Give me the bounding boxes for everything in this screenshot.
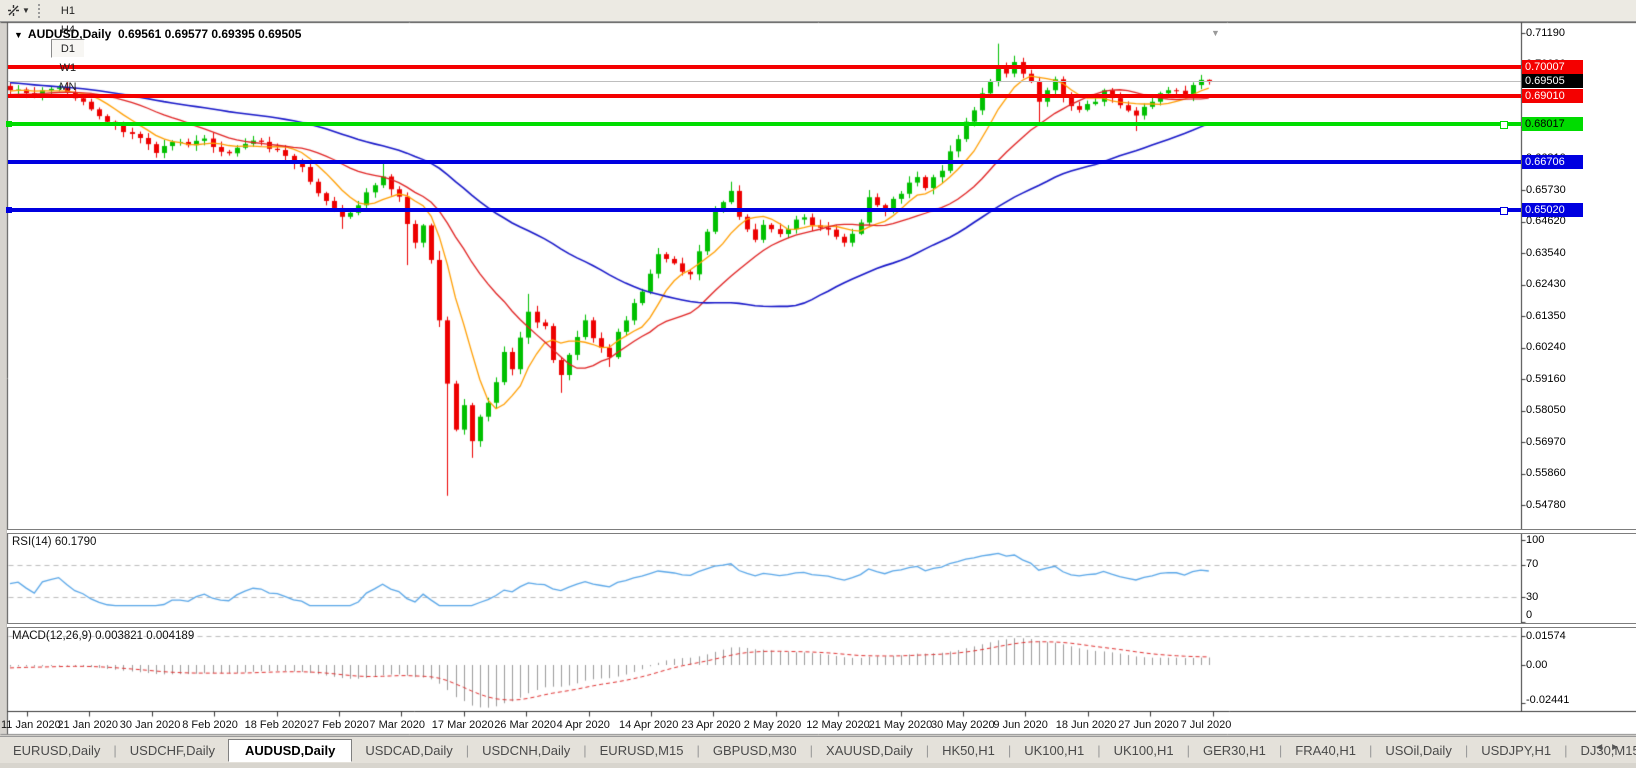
panel-divider[interactable] [7, 623, 1636, 628]
horizontal-level-line[interactable] [8, 160, 1521, 164]
date-axis-label: 8 Feb 2020 [182, 719, 238, 731]
chart-tab-fra40-h1[interactable]: FRA40,H1 [1282, 740, 1369, 761]
current-price-line [8, 81, 1521, 82]
date-axis-label: 2 May 2020 [744, 719, 801, 731]
chart-tab-usoil-daily[interactable]: USOil,Daily [1372, 740, 1464, 761]
y-axis-label: 0.65730 [1526, 184, 1566, 196]
chart-tab-hk50-h1[interactable]: HK50,H1 [929, 740, 1008, 761]
rsi-axis-label: 0 [1526, 609, 1532, 621]
date-axis-label: 11 Jan 2020 [1, 719, 61, 731]
horizontal-level-line[interactable] [8, 94, 1521, 98]
date-axis-label: 26 Mar 2020 [494, 719, 556, 731]
rsi-label: RSI(14) 60.1790 [12, 536, 96, 548]
line-handle[interactable] [6, 121, 12, 127]
chart-tab-usdjpy-h1[interactable]: USDJPY,H1 [1468, 740, 1564, 761]
timeframe-button-h1[interactable]: H1 [51, 1, 85, 20]
tab-scroll-right-icon[interactable]: ► [1610, 742, 1626, 753]
date-axis-label: 9 Jun 2020 [993, 719, 1047, 731]
tab-scroll-arrows: ◄► [1594, 742, 1626, 753]
timeframe-button-h4[interactable]: H4 [51, 20, 85, 39]
date-axis-label: 17 Mar 2020 [432, 719, 494, 731]
horizontal-level-line[interactable] [8, 122, 1521, 126]
y-axis-label: 0.71190 [1526, 27, 1565, 39]
y-axis-label: 0.58050 [1526, 404, 1566, 416]
mt4-window: ▼ M1M5M15M30H1H4D1W1MN ▼ AUDUSD,Daily 0.6… [0, 0, 1636, 768]
chart-tab-usdchf-daily[interactable]: USDCHF,Daily [117, 740, 228, 761]
chart-tab-eurusd-m15[interactable]: EURUSD,M15 [587, 740, 697, 761]
price-level-label: 0.68017 [1522, 117, 1583, 131]
line-handle[interactable] [1500, 207, 1508, 215]
price-level-label: 0.70007 [1522, 60, 1583, 74]
rsi-axis-label: 70 [1526, 558, 1538, 570]
date-axis-label: 14 Apr 2020 [619, 719, 678, 731]
date-axis-label: 27 Jun 2020 [1118, 719, 1179, 731]
y-axis-label: 0.56970 [1526, 436, 1566, 448]
date-axis-label: 30 Jan 2020 [120, 719, 181, 731]
status-strip [0, 763, 1636, 768]
chart-tab-xauusd-daily[interactable]: XAUUSD,Daily [813, 740, 926, 761]
chart-tab-usdcnh-daily[interactable]: USDCNH,Daily [469, 740, 583, 761]
toolbar-grip[interactable] [38, 4, 43, 18]
y-axis-label: 0.63540 [1526, 247, 1566, 259]
date-axis-label: 23 Apr 2020 [681, 719, 740, 731]
price-level-label: 0.66706 [1522, 155, 1583, 169]
chart-tab-usdcad-daily[interactable]: USDCAD,Daily [352, 740, 465, 761]
horizontal-level-line[interactable] [8, 208, 1521, 212]
chart-tab-uk100-h1[interactable]: UK100,H1 [1011, 740, 1097, 761]
chart-shift-marker-icon[interactable]: ▼ [1211, 28, 1220, 38]
date-axis-label: 18 Feb 2020 [245, 719, 307, 731]
chart-tab-uk100-h1[interactable]: UK100,H1 [1101, 740, 1187, 761]
macd-label: MACD(12,26,9) 0.003821 0.004189 [12, 630, 194, 642]
toolbar: ▼ M1M5M15M30H1H4D1W1MN [0, 0, 1636, 22]
timeframe-button-mn[interactable]: MN [51, 77, 85, 96]
date-axis-label: 21 May 2020 [869, 719, 933, 731]
rsi-axis-label: 100 [1526, 534, 1544, 546]
date-axis-label: 12 May 2020 [806, 719, 870, 731]
chart-tab-audusd-daily[interactable]: AUDUSD,Daily [228, 739, 352, 762]
y-axis-label: 0.62430 [1526, 278, 1566, 290]
date-axis-label: 27 Feb 2020 [307, 719, 369, 731]
rsi-axis-label: 30 [1526, 591, 1538, 603]
date-axis-label: 4 Apr 2020 [557, 719, 610, 731]
chart-tab-ger30-h1[interactable]: GER30,H1 [1190, 740, 1279, 761]
timeframe-toolbar: M1M5M15M30H1H4D1W1MN [50, 0, 86, 96]
panel-divider[interactable] [7, 529, 1636, 534]
chart-tab-bar: EURUSD,Daily|USDCHF,DailyAUDUSD,DailyUSD… [0, 736, 1636, 764]
y-axis-label: 0.55860 [1526, 467, 1566, 479]
crosshair-tool-icon[interactable] [5, 3, 21, 19]
timeframe-button-d1[interactable]: D1 [51, 39, 85, 58]
price-level-label: 0.65020 [1522, 203, 1583, 217]
chart-title-triangle-icon: ▼ [14, 30, 23, 40]
line-handle[interactable] [1500, 121, 1508, 129]
timeframe-button-w1[interactable]: W1 [51, 58, 85, 77]
date-axis-label: 21 Jan 2020 [57, 719, 118, 731]
line-handle[interactable] [6, 207, 12, 213]
chart-tab-gbpusd-m30[interactable]: GBPUSD,M30 [700, 740, 810, 761]
dropdown-caret-icon[interactable]: ▼ [22, 6, 30, 15]
y-axis-label: 0.61350 [1526, 310, 1566, 322]
date-axis-label: 7 Mar 2020 [369, 719, 425, 731]
y-axis-label: 0.60240 [1526, 341, 1566, 353]
date-axis-label: 7 Jul 2020 [1181, 719, 1232, 731]
current-price-label: 0.69505 [1522, 74, 1583, 88]
price-level-label: 0.69010 [1522, 89, 1583, 103]
macd-axis-label: -0.02441 [1526, 694, 1569, 706]
macd-axis-label: 0.01574 [1526, 630, 1566, 642]
macd-axis-label: 0.00 [1526, 659, 1547, 671]
tab-scroll-left-icon[interactable]: ◄ [1594, 742, 1610, 753]
horizontal-level-line[interactable] [8, 65, 1521, 69]
ohlc-values: 0.69561 0.69577 0.69395 0.69505 [118, 27, 302, 41]
date-axis-label: 30 May 2020 [931, 719, 995, 731]
y-axis-label: 0.54780 [1526, 499, 1566, 511]
date-axis-label: 18 Jun 2020 [1056, 719, 1117, 731]
y-axis-label: 0.59160 [1526, 373, 1566, 385]
chart-tab-eurusd-daily[interactable]: EURUSD,Daily [0, 740, 113, 761]
chart-canvas[interactable] [0, 0, 1636, 768]
